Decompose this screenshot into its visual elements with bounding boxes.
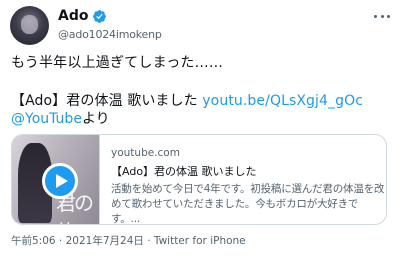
user-handle[interactable]: @ado1024imokenp — [58, 28, 162, 41]
tweet-link[interactable]: youtu.be/QLsXgj4_gOc — [202, 93, 363, 109]
tweet-time[interactable]: 午前5:06 — [11, 235, 56, 247]
mention-link[interactable]: @YouTube — [11, 111, 82, 127]
tweet-metadata: 午前5:06 · 2021年7月24日 · Twitter for iPhone — [11, 233, 246, 248]
tweet-date[interactable]: 2021年7月24日 — [66, 235, 144, 247]
tweet-text-prefix: 【Ado】君の体温 歌いました — [11, 93, 203, 109]
card-description-line2: めて歌わせていただきました。今もボカロが大好きです。... — [111, 198, 359, 225]
tweet-source[interactable]: Twitter for iPhone — [154, 235, 246, 247]
tweet-text-line1: もう半年以上過ぎてしまった…… — [11, 55, 224, 71]
tweet-text-line2: 【Ado】君の体温 歌いました youtu.be/QLsXgj4_gOc — [11, 90, 363, 110]
tweet-text-line3: @YouTubeより — [11, 108, 110, 128]
card-body[interactable]: youtube.com 【Ado】君の体温 歌いました 活動を始めて今日で4年で… — [100, 135, 386, 224]
user-name-row[interactable]: Ado — [58, 8, 107, 24]
link-preview-card[interactable]: 君の体 youtube.com 【Ado】君の体温 歌いました 活動を始めて今日… — [11, 134, 387, 225]
display-name[interactable]: Ado — [58, 8, 88, 24]
meta-separator-2: · — [143, 235, 154, 247]
card-domain: youtube.com — [111, 147, 180, 159]
more-options-icon[interactable] — [374, 12, 390, 20]
avatar[interactable] — [10, 6, 49, 45]
tweet-text-suffix: より — [81, 111, 110, 127]
card-title: 【Ado】君の体温 歌いました — [111, 165, 257, 178]
card-description-line1: 活動を始めて今日で4年です。初投稿に選んだ君の体温を改 — [111, 183, 385, 195]
verified-badge-icon — [93, 9, 107, 23]
card-thumbnail[interactable]: 君の体 — [12, 135, 100, 224]
play-icon[interactable] — [42, 163, 78, 199]
meta-separator: · — [55, 235, 66, 247]
card-description: 活動を始めて今日で4年です。初投稿に選んだ君の体温を改 めて歌わせていただきまし… — [111, 182, 386, 225]
